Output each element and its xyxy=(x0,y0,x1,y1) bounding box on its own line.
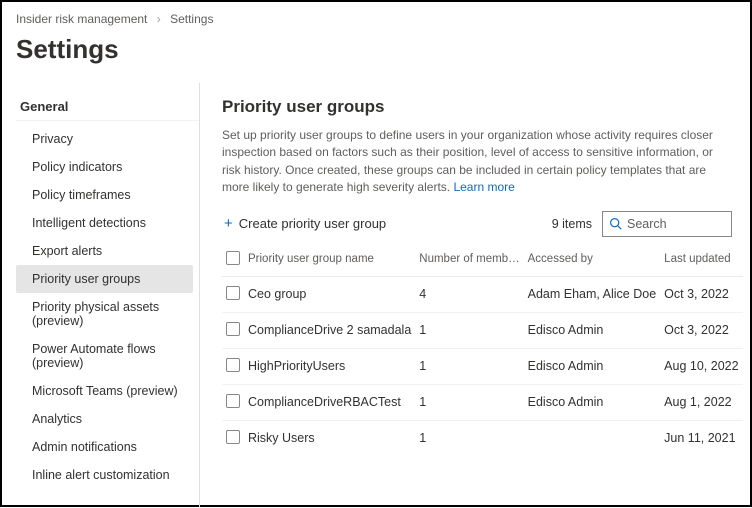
row-checkbox[interactable] xyxy=(226,358,240,372)
cell-accessed-by: Edisco Admin xyxy=(524,384,661,420)
search-box[interactable] xyxy=(602,211,732,237)
sidebar-item-inline-alert-customization[interactable]: Inline alert customization xyxy=(16,461,193,489)
cell-name[interactable]: ComplianceDriveRBACTest xyxy=(244,384,415,420)
row-select-cell xyxy=(222,348,244,384)
cell-last-updated: Jun 11, 2021 xyxy=(660,420,742,456)
row-checkbox[interactable] xyxy=(226,286,240,300)
sidebar-item-priority-user-groups[interactable]: Priority user groups xyxy=(16,265,193,293)
sidebar-item-privacy[interactable]: Privacy xyxy=(16,125,193,153)
sidebar-item-analytics[interactable]: Analytics xyxy=(16,405,193,433)
column-header-name[interactable]: Priority user group name xyxy=(244,243,415,277)
column-header-updated[interactable]: Last updated xyxy=(660,243,742,277)
table-header-row: Priority user group name Number of memb…… xyxy=(222,243,743,277)
select-all-checkbox[interactable] xyxy=(226,251,240,265)
row-select-cell xyxy=(222,312,244,348)
sidebar-item-admin-notifications[interactable]: Admin notifications xyxy=(16,433,193,461)
table-row[interactable]: ComplianceDrive 2 samadala1Edisco AdminO… xyxy=(222,312,743,348)
row-select-cell xyxy=(222,384,244,420)
sidebar-item-intelligent-detections[interactable]: Intelligent detections xyxy=(16,209,193,237)
breadcrumb-current: Settings xyxy=(170,12,213,26)
cell-accessed-by: Edisco Admin xyxy=(524,348,661,384)
cell-last-updated: Aug 10, 2022 xyxy=(660,348,742,384)
item-count: 9 items xyxy=(552,217,592,231)
column-header-accessed[interactable]: Accessed by xyxy=(524,243,661,277)
section-description: Set up priority user groups to define us… xyxy=(222,127,732,197)
column-header-members[interactable]: Number of memb… xyxy=(415,243,523,277)
cell-members: 1 xyxy=(415,420,523,456)
sidebar-item-export-alerts[interactable]: Export alerts xyxy=(16,237,193,265)
breadcrumb-root[interactable]: Insider risk management xyxy=(16,12,147,26)
row-checkbox[interactable] xyxy=(226,394,240,408)
table-row[interactable]: Risky Users1 Jun 11, 2021 xyxy=(222,420,743,456)
search-icon xyxy=(609,217,622,230)
cell-last-updated: Oct 3, 2022 xyxy=(660,276,742,312)
cell-members: 1 xyxy=(415,348,523,384)
cell-name[interactable]: Ceo group xyxy=(244,276,415,312)
table-row[interactable]: HighPriorityUsers1Edisco AdminAug 10, 20… xyxy=(222,348,743,384)
priority-user-groups-table: Priority user group name Number of memb…… xyxy=(222,243,743,456)
cell-members: 1 xyxy=(415,384,523,420)
row-checkbox[interactable] xyxy=(226,322,240,336)
table-row[interactable]: ComplianceDriveRBACTest1Edisco AdminAug … xyxy=(222,384,743,420)
chevron-right-icon: › xyxy=(157,12,161,26)
cell-accessed-by: Adam Eham, Alice Doe xyxy=(524,276,661,312)
plus-icon: + xyxy=(224,216,233,231)
sidebar-item-microsoft-teams-preview[interactable]: Microsoft Teams (preview) xyxy=(16,377,193,405)
table-row[interactable]: Ceo group4Adam Eham, Alice DoeOct 3, 202… xyxy=(222,276,743,312)
main-content: Priority user groups Set up priority use… xyxy=(200,83,750,508)
create-priority-user-group-button[interactable]: + Create priority user group xyxy=(222,212,388,235)
page-title: Settings xyxy=(2,30,750,83)
sidebar-item-priority-physical-assets-preview[interactable]: Priority physical assets (preview) xyxy=(16,293,193,335)
row-select-cell xyxy=(222,276,244,312)
sidebar-item-policy-timeframes[interactable]: Policy timeframes xyxy=(16,181,193,209)
toolbar: + Create priority user group 9 items xyxy=(222,211,732,237)
cell-members: 1 xyxy=(415,312,523,348)
row-select-cell xyxy=(222,420,244,456)
sidebar-item-power-automate-flows-preview[interactable]: Power Automate flows (preview) xyxy=(16,335,193,377)
row-checkbox[interactable] xyxy=(226,430,240,444)
cell-name[interactable]: HighPriorityUsers xyxy=(244,348,415,384)
cell-last-updated: Aug 1, 2022 xyxy=(660,384,742,420)
cell-name[interactable]: ComplianceDrive 2 samadala xyxy=(244,312,415,348)
sidebar-item-policy-indicators[interactable]: Policy indicators xyxy=(16,153,193,181)
search-input[interactable] xyxy=(627,217,725,231)
create-button-label: Create priority user group xyxy=(239,216,386,231)
sidebar-heading-general[interactable]: General xyxy=(16,93,199,121)
sidebar: General PrivacyPolicy indicatorsPolicy t… xyxy=(2,83,200,508)
cell-accessed-by: Edisco Admin xyxy=(524,312,661,348)
cell-last-updated: Oct 3, 2022 xyxy=(660,312,742,348)
breadcrumb: Insider risk management › Settings xyxy=(2,2,750,30)
cell-accessed-by xyxy=(524,420,661,456)
section-title: Priority user groups xyxy=(222,97,732,117)
learn-more-link[interactable]: Learn more xyxy=(453,180,514,194)
column-header-select[interactable] xyxy=(222,243,244,277)
cell-name[interactable]: Risky Users xyxy=(244,420,415,456)
cell-members: 4 xyxy=(415,276,523,312)
